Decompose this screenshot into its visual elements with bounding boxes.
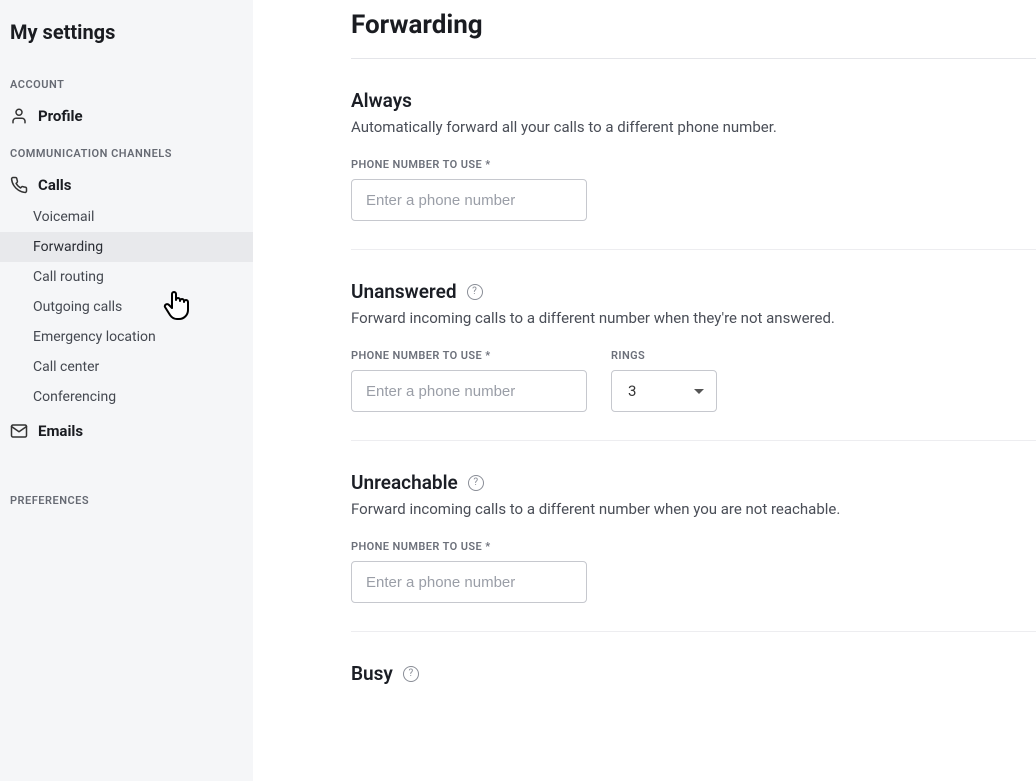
sidebar-subitem-call-routing[interactable]: Call routing (0, 262, 253, 292)
field-label-phone-unanswered: PHONE NUMBER TO USE * (351, 349, 587, 362)
section-title-unreachable: Unreachable (351, 471, 458, 494)
rings-select[interactable]: 3 (611, 370, 717, 412)
sidebar-subitem-forwarding[interactable]: Forwarding (0, 232, 253, 262)
sidebar-item-profile[interactable]: Profile (0, 99, 253, 133)
section-title-busy: Busy (351, 662, 393, 685)
help-icon[interactable]: ? (403, 666, 419, 682)
sidebar-item-label: Calls (38, 176, 72, 194)
sidebar-subitem-emergency-location[interactable]: Emergency location (0, 322, 253, 352)
sidebar-group-label-preferences: PREFERENCES (0, 480, 253, 515)
phone-icon (10, 176, 28, 194)
field-label-rings: RINGS (611, 349, 717, 362)
sidebar-subitem-call-center[interactable]: Call center (0, 352, 253, 382)
sidebar-subitem-voicemail[interactable]: Voicemail (0, 202, 253, 232)
field-label-phone-always: PHONE NUMBER TO USE * (351, 158, 1036, 171)
section-desc-unreachable: Forward incoming calls to a different nu… (351, 500, 1036, 518)
section-always: Always Automatically forward all your ca… (351, 59, 1036, 250)
section-title-always: Always (351, 89, 412, 112)
section-unanswered: Unanswered ? Forward incoming calls to a… (351, 250, 1036, 441)
mail-icon (10, 422, 28, 440)
phone-input-always[interactable] (351, 179, 587, 221)
help-icon[interactable]: ? (467, 284, 483, 300)
section-title-unanswered: Unanswered (351, 280, 457, 303)
phone-input-unreachable[interactable] (351, 561, 587, 603)
sidebar-subitem-outgoing-calls[interactable]: Outgoing calls (0, 292, 253, 322)
sidebar-item-emails[interactable]: Emails (0, 414, 253, 448)
sidebar-item-label: Profile (38, 107, 83, 125)
sidebar-item-calls[interactable]: Calls (0, 168, 253, 202)
section-desc-unanswered: Forward incoming calls to a different nu… (351, 309, 1036, 327)
section-desc-always: Automatically forward all your calls to … (351, 118, 1036, 136)
sidebar-subitem-conferencing[interactable]: Conferencing (0, 382, 253, 412)
field-label-phone-unreachable: PHONE NUMBER TO USE * (351, 540, 1036, 553)
help-icon[interactable]: ? (468, 475, 484, 491)
sidebar: My settings ACCOUNT Profile COMMUNICATIO… (0, 0, 253, 781)
phone-input-unanswered[interactable] (351, 370, 587, 412)
chevron-down-icon (694, 389, 704, 394)
sidebar-group-label-communication: COMMUNICATION CHANNELS (0, 133, 253, 168)
sidebar-group-label-account: ACCOUNT (0, 64, 253, 99)
section-busy: Busy ? (351, 632, 1036, 685)
section-unreachable: Unreachable ? Forward incoming calls to … (351, 441, 1036, 632)
page-title: Forwarding (351, 10, 1036, 59)
rings-value: 3 (628, 382, 636, 400)
sidebar-title: My settings (0, 10, 253, 64)
sidebar-item-label: Emails (38, 422, 83, 440)
user-icon (10, 107, 28, 125)
main-content: Forwarding Always Automatically forward … (253, 0, 1036, 781)
